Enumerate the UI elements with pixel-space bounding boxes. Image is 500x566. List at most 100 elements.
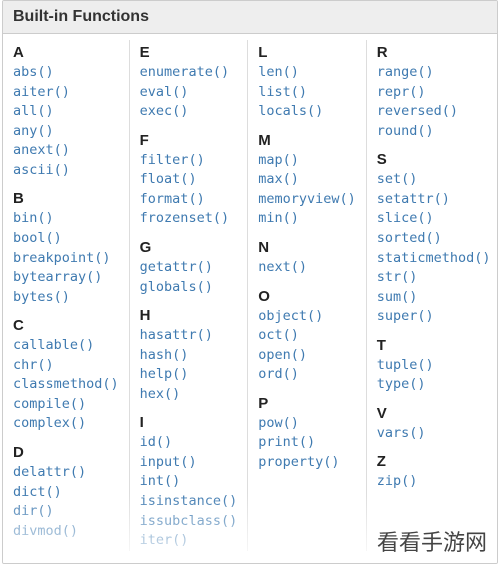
function-link-range[interactable]: range() <box>377 63 491 83</box>
group-C: Ccallable()chr()classmethod()compile()co… <box>13 317 119 434</box>
function-link-set[interactable]: set() <box>377 170 491 190</box>
function-link-compile[interactable]: compile() <box>13 395 119 415</box>
function-link-globals[interactable]: globals() <box>140 278 238 298</box>
group-V: Vvars() <box>377 405 491 444</box>
builtin-functions-panel: Built-in Functions Aabs()aiter()all()any… <box>2 0 498 564</box>
function-link-max[interactable]: max() <box>258 170 356 190</box>
group-P: Ppow()print()property() <box>258 395 356 473</box>
function-link-vars[interactable]: vars() <box>377 424 491 444</box>
group-R: Rrange()repr()reversed()round() <box>377 44 491 141</box>
function-link-print[interactable]: print() <box>258 433 356 453</box>
function-link-any[interactable]: any() <box>13 122 119 142</box>
function-link-ascii[interactable]: ascii() <box>13 161 119 181</box>
function-link-len[interactable]: len() <box>258 63 356 83</box>
function-link-oct[interactable]: oct() <box>258 326 356 346</box>
function-link-sorted[interactable]: sorted() <box>377 229 491 249</box>
function-link-aiter[interactable]: aiter() <box>13 83 119 103</box>
column-3: Rrange()repr()reversed()round() Sset()set… <box>367 40 498 551</box>
group-letter-T: T <box>377 337 491 354</box>
function-list: range()repr()reversed()round() <box>377 63 491 141</box>
group-N: Nnext() <box>258 239 356 278</box>
function-link-float[interactable]: float() <box>140 170 238 190</box>
function-link-hex[interactable]: hex() <box>140 385 238 405</box>
function-link-input[interactable]: input() <box>140 453 238 473</box>
panel-title: Built-in Functions <box>3 1 497 34</box>
function-link-type[interactable]: type() <box>377 375 491 395</box>
function-list: zip() <box>377 472 491 492</box>
function-list: filter()float()format()frozenset() <box>140 151 238 229</box>
group-letter-P: P <box>258 395 356 412</box>
function-link-frozenset[interactable]: frozenset() <box>140 209 238 229</box>
function-link-complex[interactable]: complex() <box>13 414 119 434</box>
function-list: vars() <box>377 424 491 444</box>
function-link-isinstance[interactable]: isinstance() <box>140 492 238 512</box>
function-list: id()input()int()isinstance()issubclass()… <box>140 433 238 550</box>
function-link-sum[interactable]: sum() <box>377 288 491 308</box>
function-link-chr[interactable]: chr() <box>13 356 119 376</box>
function-link-exec[interactable]: exec() <box>140 102 238 122</box>
function-link-hasattr[interactable]: hasattr() <box>140 326 238 346</box>
group-S: Sset()setattr()slice()sorted()staticmeth… <box>377 151 491 327</box>
function-link-eval[interactable]: eval() <box>140 83 238 103</box>
group-Z: Zzip() <box>377 453 491 492</box>
function-link-format[interactable]: format() <box>140 190 238 210</box>
function-link-memoryview[interactable]: memoryview() <box>258 190 356 210</box>
column-1: Eenumerate()eval()exec()Ffilter()float()… <box>130 40 249 551</box>
function-list: bin()bool()breakpoint()bytearray()bytes(… <box>13 209 119 307</box>
function-link-id[interactable]: id() <box>140 433 238 453</box>
function-link-iter[interactable]: iter() <box>140 531 238 551</box>
function-link-map[interactable]: map() <box>258 151 356 171</box>
function-columns: Aabs()aiter()all()any()anext()ascii()Bbi… <box>3 34 497 557</box>
function-link-int[interactable]: int() <box>140 472 238 492</box>
function-link-round[interactable]: round() <box>377 122 491 142</box>
function-link-dict[interactable]: dict() <box>13 483 119 503</box>
function-link-dir[interactable]: dir() <box>13 502 119 522</box>
group-letter-V: V <box>377 405 491 422</box>
function-link-breakpoint[interactable]: breakpoint() <box>13 249 119 269</box>
function-link-list[interactable]: list() <box>258 83 356 103</box>
function-link-callable[interactable]: callable() <box>13 336 119 356</box>
group-letter-M: M <box>258 132 356 149</box>
function-link-hash[interactable]: hash() <box>140 346 238 366</box>
function-link-reversed[interactable]: reversed() <box>377 102 491 122</box>
function-link-setattr[interactable]: setattr() <box>377 190 491 210</box>
function-link-locals[interactable]: locals() <box>258 102 356 122</box>
function-link-getattr[interactable]: getattr() <box>140 258 238 278</box>
function-link-tuple[interactable]: tuple() <box>377 356 491 376</box>
function-link-abs[interactable]: abs() <box>13 63 119 83</box>
function-link-pow[interactable]: pow() <box>258 414 356 434</box>
function-link-divmod[interactable]: divmod() <box>13 522 119 542</box>
function-link-help[interactable]: help() <box>140 365 238 385</box>
function-link-str[interactable]: str() <box>377 268 491 288</box>
function-link-repr[interactable]: repr() <box>377 83 491 103</box>
group-letter-B: B <box>13 190 119 207</box>
group-L: Llen()list()locals() <box>258 44 356 122</box>
function-link-anext[interactable]: anext() <box>13 141 119 161</box>
function-link-filter[interactable]: filter() <box>140 151 238 171</box>
function-link-bin[interactable]: bin() <box>13 209 119 229</box>
function-link-enumerate[interactable]: enumerate() <box>140 63 238 83</box>
function-link-object[interactable]: object() <box>258 307 356 327</box>
function-link-ord[interactable]: ord() <box>258 365 356 385</box>
function-link-next[interactable]: next() <box>258 258 356 278</box>
group-letter-O: O <box>258 288 356 305</box>
column-0: Aabs()aiter()all()any()anext()ascii()Bbi… <box>3 40 130 551</box>
function-link-min[interactable]: min() <box>258 209 356 229</box>
function-link-bytes[interactable]: bytes() <box>13 288 119 308</box>
group-letter-Z: Z <box>377 453 491 470</box>
function-link-all[interactable]: all() <box>13 102 119 122</box>
function-link-property[interactable]: property() <box>258 453 356 473</box>
group-M: Mmap()max()memoryview()min() <box>258 132 356 229</box>
function-list: pow()print()property() <box>258 414 356 473</box>
function-link-bool[interactable]: bool() <box>13 229 119 249</box>
function-link-bytearray[interactable]: bytearray() <box>13 268 119 288</box>
function-link-zip[interactable]: zip() <box>377 472 491 492</box>
function-link-classmethod[interactable]: classmethod() <box>13 375 119 395</box>
function-link-delattr[interactable]: delattr() <box>13 463 119 483</box>
function-link-issubclass[interactable]: issubclass() <box>140 512 238 532</box>
function-link-staticmethod[interactable]: staticmethod() <box>377 249 491 269</box>
function-link-super[interactable]: super() <box>377 307 491 327</box>
function-link-slice[interactable]: slice() <box>377 209 491 229</box>
function-list: abs()aiter()all()any()anext()ascii() <box>13 63 119 180</box>
function-link-open[interactable]: open() <box>258 346 356 366</box>
